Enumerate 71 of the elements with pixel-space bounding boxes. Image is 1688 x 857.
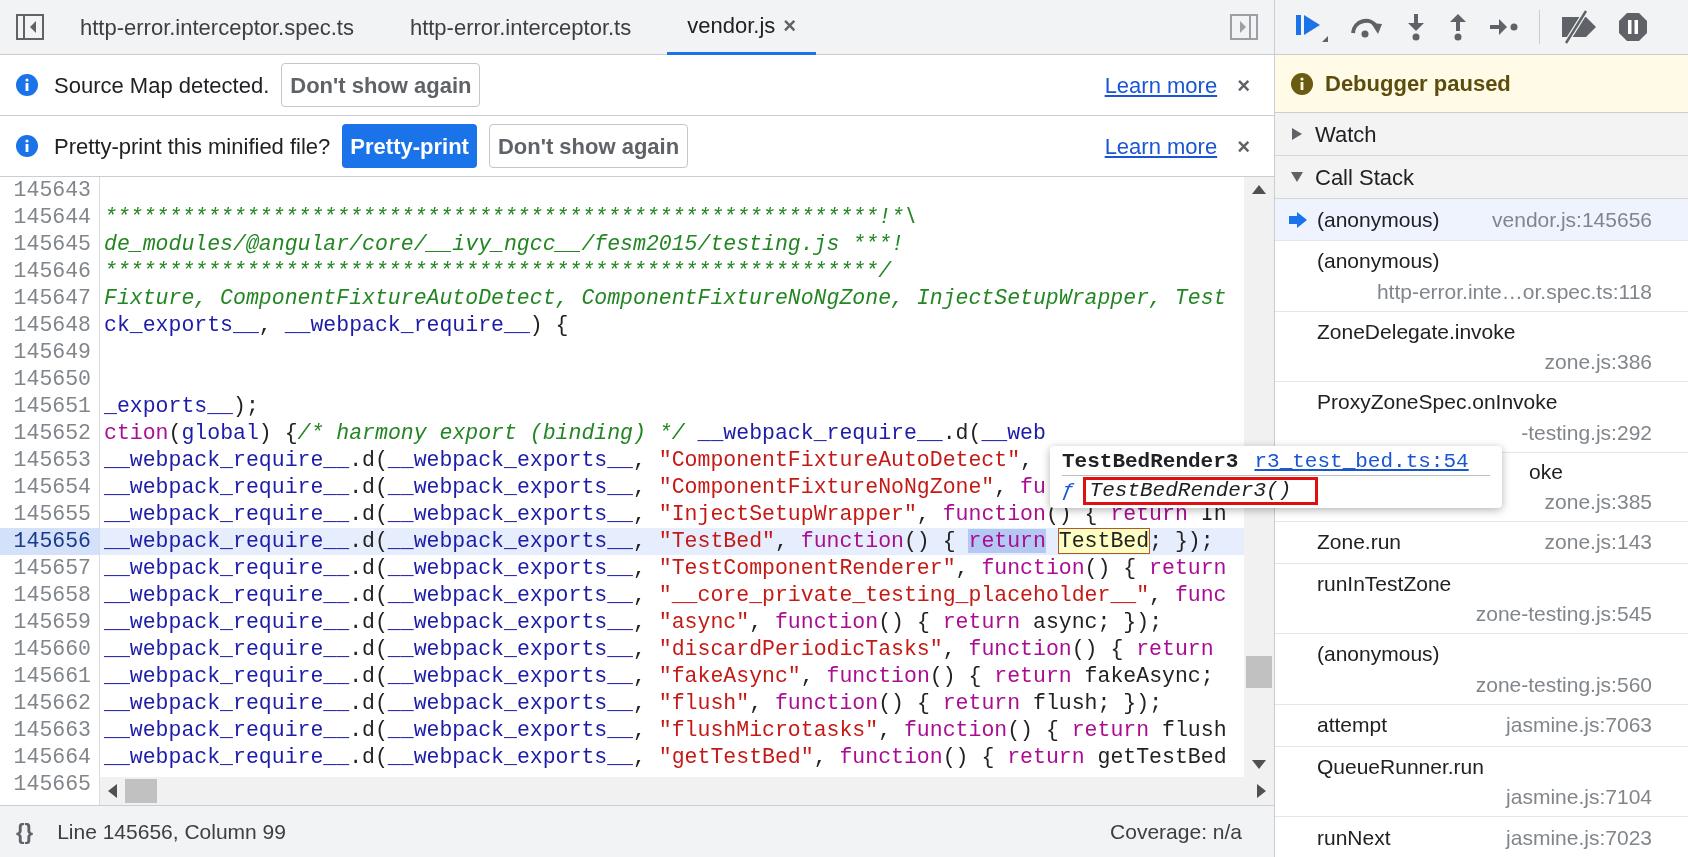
frame-location: zone.js:385	[1544, 488, 1652, 515]
code-line: ction(global) {/* harmony export (binding) */ __webpack_require__.d(__web	[104, 421, 1046, 445]
frame-name: (anonymous)	[1317, 248, 1440, 274]
line-number: 145663	[12, 717, 92, 744]
paused-status: Debugger paused	[1325, 70, 1511, 98]
code-line: __webpack_require__.d(__webpack_exports__, "TestComponentRenderer", function() { return	[104, 556, 1227, 580]
frame-location: vendor.js:145656	[1492, 206, 1652, 233]
code-line: __webpack_require__.d(__webpack_exports__, "__core_private_testing_placeholder__", func	[104, 583, 1227, 607]
line-number: 145659	[12, 609, 92, 636]
frame-name: runInTestZone	[1317, 570, 1452, 597]
line-number: 145652	[12, 420, 92, 447]
line-number: 145649	[12, 339, 92, 366]
line-number: 145660	[12, 636, 92, 663]
frame-name: attempt	[1317, 712, 1388, 739]
line-number: 145644	[12, 204, 92, 231]
line-number: 145661	[12, 663, 92, 690]
tooltip-title: TestBedRender3	[1062, 448, 1239, 475]
code-line: de_modules/@angular/core/__ivy_ngcc__/fesm2015/testing.js ***!	[104, 232, 904, 256]
infobar-message: Source Map detected.	[54, 71, 270, 100]
code-line: __webpack_require__.d(__webpack_exports__, "async", function() { return async; });	[104, 610, 1163, 634]
coverage-status: Coverage: n/a	[1110, 818, 1242, 845]
code-line: Fixture, ComponentFixtureAutoDetect, ComponentFixtureNoNgZone, InjectSetupWrapper, Test	[104, 286, 1227, 310]
frame-location: jasmine.js:7023	[1506, 824, 1652, 851]
code-line: __webpack_require__.d(__webpack_exports__, "TestBed", function() { return TestBed; });	[104, 529, 1214, 553]
code-line: _exports__);	[104, 394, 259, 418]
frame-name: ZoneDelegate.invoke	[1317, 318, 1516, 345]
frame-location: zone-testing.js:560	[1475, 671, 1652, 698]
line-number: 145655	[12, 501, 92, 528]
line-number: 145650	[12, 366, 92, 393]
frame-location: http-error.inte…or.spec.ts:118	[1376, 278, 1652, 305]
function-mark: ƒ	[1062, 478, 1075, 505]
line-number: 145665	[12, 771, 92, 798]
line-number: 145653	[12, 447, 92, 474]
line-number: 145656	[0, 528, 99, 555]
code-line: ck_exports__, __webpack_require__) {	[104, 313, 569, 337]
code-line: __webpack_require__.d(__webpack_exports__, "flush", function() { return flush; });	[104, 691, 1163, 715]
line-number: 145648	[12, 312, 92, 339]
code-line: __webpack_require__.d(__webpack_exports__, "getTestBed", function() { return getTestBed	[104, 745, 1227, 769]
frame-location: jasmine.js:7104	[1506, 784, 1652, 811]
infobar-message: Pretty-print this minified file?	[54, 132, 331, 161]
frame-name: ProxyZoneSpec.onInvoke	[1317, 389, 1558, 415]
frame-name: runNext	[1317, 824, 1391, 851]
line-number: 145646	[12, 258, 92, 285]
code-line: __webpack_require__.d(__webpack_exports__, "ComponentFixtureAutoDetect",	[104, 448, 1033, 472]
frame-location: zone.js:386	[1544, 349, 1652, 376]
frame-name: (anonymous)	[1317, 206, 1440, 233]
code-line: __webpack_require__.d(__webpack_exports__, "ComponentFixtureNoNgZone", fu	[104, 475, 1046, 499]
frame-name: Zone.run	[1317, 529, 1402, 556]
code-line: __webpack_require__.d(__webpack_exports__, "flushMicrotasks", function() { return flush	[104, 718, 1227, 742]
function-signature: TestBedRender3()	[1082, 477, 1319, 505]
line-number: 145657	[12, 555, 92, 582]
code-line: __webpack_require__.d(__webpack_exports__, "discardPeriodicTasks", function() { return	[104, 637, 1214, 661]
frame-location: zone-testing.js:545	[1475, 601, 1652, 628]
code-line: ************************************************************!*\	[104, 205, 917, 229]
line-number: 145651	[12, 393, 92, 420]
line-number: 145643	[12, 177, 92, 204]
frame-name: (anonymous)	[1317, 641, 1440, 667]
code-line: __webpack_require__.d(__webpack_exports__, "fakeAsync", function() { return fakeAsync;	[104, 664, 1214, 688]
frame-name: QueueRunner.run	[1317, 753, 1484, 780]
frame-location: zone.js:143	[1544, 529, 1652, 556]
line-number: 145645	[12, 231, 92, 258]
frame-location: -testing.js:292	[1521, 419, 1652, 446]
line-number: 145658	[12, 582, 92, 609]
code-line: ************************************************************/	[104, 259, 892, 283]
frame-location: jasmine.js:7063	[1506, 712, 1652, 739]
line-number: 145654	[12, 474, 92, 501]
line-number: 145662	[12, 690, 92, 717]
cursor-position: Line 145656, Column 99	[57, 818, 286, 845]
line-number: 145647	[12, 285, 92, 312]
line-number: 145664	[12, 744, 92, 771]
frame-name: oke	[1529, 458, 1563, 485]
